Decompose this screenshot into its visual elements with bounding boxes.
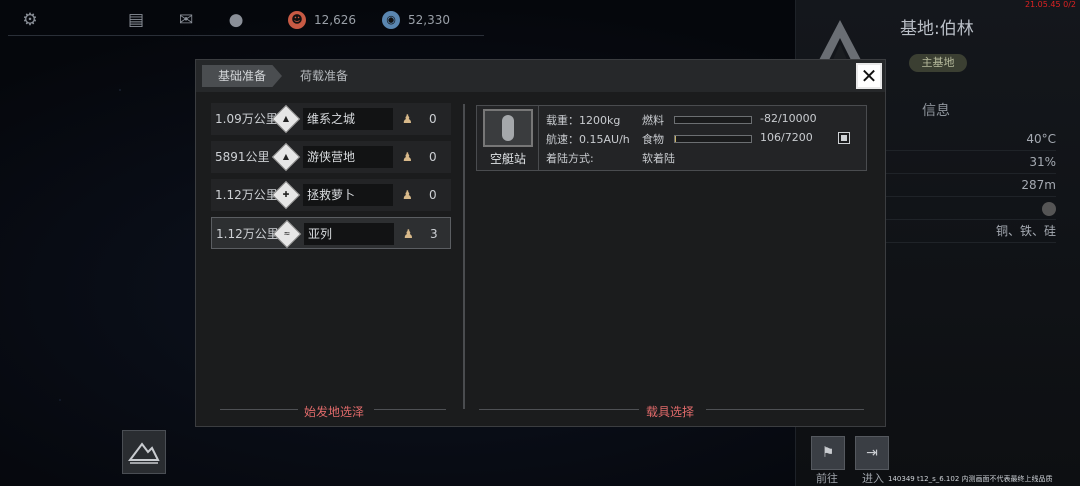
left-section-line bbox=[220, 409, 298, 410]
destination-name: 维系之城 bbox=[303, 108, 393, 130]
close-button[interactable]: ✕ bbox=[856, 63, 882, 89]
population-icon: ♟ bbox=[403, 227, 414, 241]
user-icon[interactable]: ● bbox=[224, 8, 248, 32]
destination-name: 游侠营地 bbox=[303, 146, 393, 168]
vehicle-name: 空艇站 bbox=[489, 152, 526, 166]
food-label: 食物 bbox=[642, 133, 664, 146]
destination-count: 0 bbox=[429, 112, 437, 126]
resource-population: ☻ 12,626 bbox=[288, 10, 356, 29]
destination-row[interactable]: 5891公里 ▲ 游侠营地 ♟ 0 bbox=[211, 141, 451, 173]
population-icon: ♟ bbox=[402, 188, 413, 202]
vehicle-speed: 航速：0.15AU/h bbox=[546, 133, 630, 146]
info-list: 40°C 31% 287m 铜、铁、硅 bbox=[886, 128, 1056, 243]
vehicle-thumbnail: 空艇站 bbox=[477, 106, 539, 170]
vehicle-landing-label: 着陆方式: bbox=[546, 152, 594, 165]
fuel-label: 燃料 bbox=[642, 114, 664, 127]
column-divider bbox=[463, 104, 465, 409]
info-temperature: 40°C bbox=[886, 128, 1056, 151]
info-resources: 铜、铁、硅 bbox=[886, 220, 1056, 243]
destination-list: 1.09万公里 ▲ 维系之城 ♟ 0 5891公里 ▲ 游侠营地 ♟ 0 1.1… bbox=[211, 103, 451, 255]
population-icon: ☻ bbox=[288, 10, 306, 29]
camp-icon: ▲ bbox=[271, 142, 301, 172]
enter-label: 进入 bbox=[862, 472, 884, 485]
departure-dialog: 基础准备 荷载准备 ✕ 1.09万公里 ▲ 维系之城 ♟ 0 5891公里 ▲ … bbox=[195, 59, 886, 427]
destination-count: 0 bbox=[429, 150, 437, 164]
origin-section-label: 始发地选泽 bbox=[304, 405, 365, 419]
tab-load-prep[interactable]: 荷载准备 bbox=[300, 65, 348, 87]
main-base-badge: 主基地 bbox=[909, 54, 967, 72]
weather-icon bbox=[1042, 201, 1056, 216]
map-button[interactable] bbox=[122, 430, 166, 474]
go-label: 前往 bbox=[816, 472, 838, 485]
destination-row[interactable]: 1.12万公里 ✚ 拯救萝卜 ♟ 0 bbox=[211, 179, 451, 211]
info-humidity: 31% bbox=[886, 151, 1056, 174]
resource2-value: 52,330 bbox=[408, 12, 450, 27]
destination-name: 拯救萝卜 bbox=[303, 184, 393, 206]
destination-count: 3 bbox=[430, 227, 438, 241]
info-heading: 信息 bbox=[922, 103, 950, 119]
resource1-value: 12,626 bbox=[314, 12, 356, 27]
energy-icon: ◉ bbox=[382, 10, 400, 29]
build-id: 21.05.45 0/2 bbox=[1024, 0, 1076, 9]
destination-distance: 5891公里 bbox=[215, 150, 270, 164]
vehicle-landing-value: 软着陆 bbox=[642, 152, 675, 165]
vehicle-section-label: 载具选择 bbox=[646, 405, 695, 419]
info-weather bbox=[886, 197, 1056, 220]
chat-icon[interactable]: ▤ bbox=[124, 8, 148, 32]
destination-row[interactable]: 1.09万公里 ▲ 维系之城 ♟ 0 bbox=[211, 103, 451, 135]
tab-bar: 基础准备 荷载准备 bbox=[196, 60, 885, 92]
destination-count: 0 bbox=[429, 188, 437, 202]
resource-energy: ◉ 52,330 bbox=[382, 10, 450, 29]
info-altitude: 287m bbox=[886, 174, 1056, 197]
right-section-line-2 bbox=[706, 409, 864, 410]
fuel-bar bbox=[674, 116, 752, 124]
population-icon: ♟ bbox=[402, 112, 413, 126]
right-section-line bbox=[479, 409, 639, 410]
enter-icon: ⇥ bbox=[866, 445, 878, 461]
destination-row-selected[interactable]: 1.12万公里 ≈ 亚列 ♟ 3 bbox=[211, 217, 451, 249]
base-title: 基地:伯林 bbox=[900, 19, 974, 39]
vehicle-card[interactable]: 空艇站 载重：1200kg 航速：0.15AU/h 着陆方式: 软着陆 燃料 -… bbox=[476, 105, 867, 171]
tab-basic-prep[interactable]: 基础准备 bbox=[202, 65, 282, 87]
build-footnote: 140349 t12_s_6.102 内测画面不代表最终上线品质 bbox=[888, 475, 1053, 483]
vehicle-select-checkbox[interactable] bbox=[838, 132, 850, 144]
destination-name: 亚列 bbox=[304, 223, 394, 245]
population-icon: ♟ bbox=[402, 150, 413, 164]
left-section-line-2 bbox=[374, 409, 446, 410]
fuel-value: -82/10000 bbox=[760, 112, 817, 125]
destination-distance: 1.12万公里 bbox=[216, 227, 279, 241]
top-bar: ⚙ ▤ ✉ ● ☻ 12,626 ◉ 52,330 bbox=[8, 4, 484, 36]
flag-icon: ⚑ bbox=[821, 445, 835, 461]
enter-button[interactable]: ⇥ bbox=[855, 436, 889, 470]
food-bar bbox=[674, 135, 752, 143]
go-button[interactable]: ⚑ bbox=[811, 436, 845, 470]
faction-logo-icon bbox=[818, 20, 862, 62]
gear-icon[interactable]: ⚙ bbox=[18, 8, 42, 32]
food-bar-fill bbox=[675, 136, 677, 142]
mountain-icon bbox=[128, 442, 160, 464]
vehicle-load: 载重：1200kg bbox=[546, 114, 621, 127]
food-value: 106/7200 bbox=[760, 131, 813, 144]
airship-icon bbox=[483, 109, 533, 147]
destination-distance: 1.12万公里 bbox=[215, 188, 278, 202]
destination-distance: 1.09万公里 bbox=[215, 112, 278, 126]
mail-icon[interactable]: ✉ bbox=[174, 8, 198, 32]
